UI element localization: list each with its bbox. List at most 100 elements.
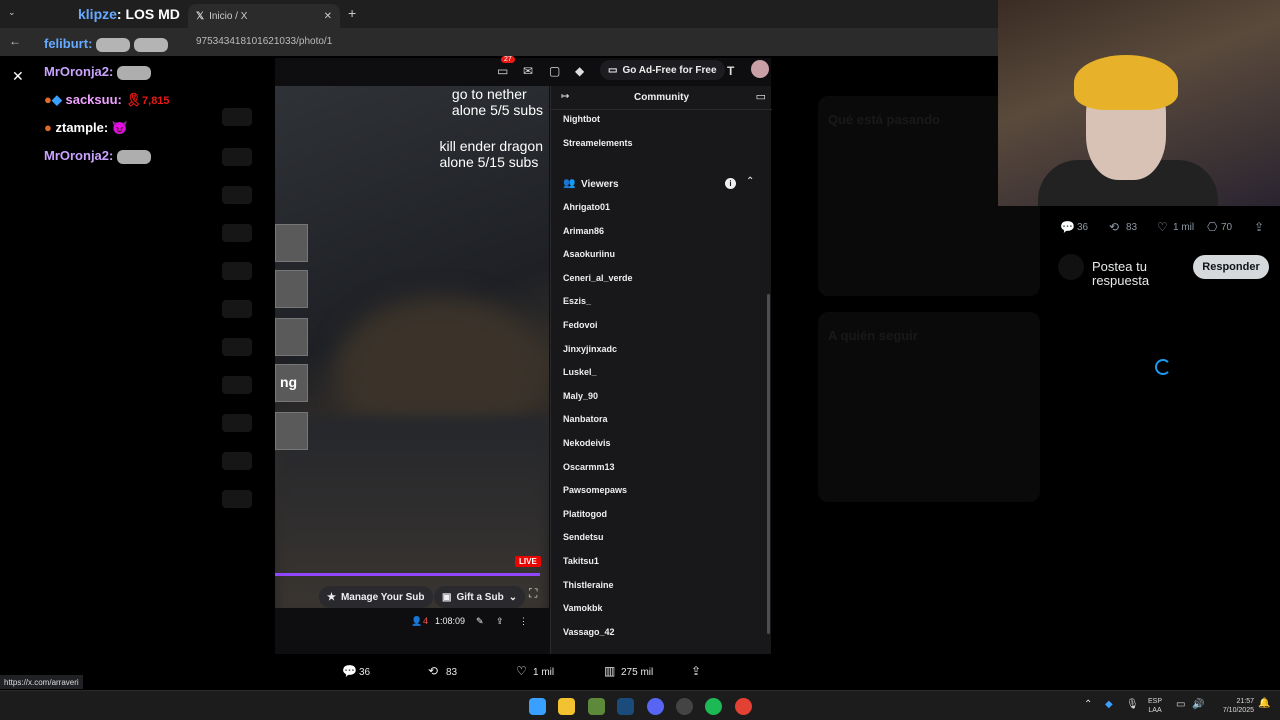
x-nav-explore — [222, 148, 252, 166]
viewer-item[interactable]: Maly_90 — [563, 391, 598, 401]
reply-count: 36 — [1077, 222, 1089, 233]
viewer-item[interactable]: Vamokbk — [563, 603, 603, 613]
overlay-slot-1 — [275, 224, 308, 262]
new-tab-button[interactable]: + — [348, 5, 356, 21]
share-icon[interactable]: ⇪ — [496, 616, 504, 627]
discord-icon[interactable] — [647, 698, 664, 715]
minecraft-icon[interactable] — [588, 698, 605, 715]
url-field[interactable]: 975343418101621033/photo/1 — [196, 36, 332, 47]
reply-icon[interactable]: 💬 — [342, 664, 357, 678]
viewer-item[interactable]: Takitsu1 — [563, 556, 599, 566]
tweet-photo: ▭ 27 ✉ ▢ ◆ ▭ Go Ad-Free for Free T go to… — [275, 56, 772, 654]
steam-icon[interactable] — [617, 698, 634, 715]
viewer-item[interactable]: Vassago_42 — [563, 627, 615, 637]
goal-nether: go to nether alone 5/5 subs — [451, 86, 543, 118]
chrome-icon[interactable] — [735, 698, 752, 715]
viewer-item[interactable]: Pawsomepaws — [563, 485, 627, 495]
viewer-item[interactable]: Eszis_ — [563, 296, 591, 306]
translate-icon[interactable]: T — [727, 64, 734, 78]
bot-item[interactable]: Nightbot — [563, 114, 600, 124]
tab-inicio-x[interactable]: 𝕏 Inicio / X ✕ — [188, 4, 340, 28]
gift-icon: ▣ — [442, 591, 452, 603]
stream-video[interactable]: go to nether alone 5/5 subs kill ender dr… — [275, 86, 549, 608]
x-nav-bookmarks — [222, 376, 252, 394]
tab-close-icon[interactable]: ✕ — [324, 11, 332, 22]
chat-message: MrOronja2: — [44, 64, 152, 80]
tray-chevron-icon[interactable]: ⌃ — [1084, 700, 1092, 710]
notification-bell-icon[interactable]: 🔔 — [1258, 699, 1270, 709]
x-nav-profile — [222, 452, 252, 470]
avatar[interactable] — [751, 60, 769, 78]
retweet-count: 83 — [446, 667, 458, 678]
views-icon[interactable]: ▥ — [604, 664, 615, 678]
emote — [117, 65, 152, 80]
reply-avatar — [1058, 254, 1084, 280]
reply-button[interactable]: Responder — [1193, 255, 1269, 279]
viewer-item[interactable]: Jinxyjinxadc — [563, 344, 617, 354]
close-icon[interactable]: ✕ — [12, 68, 24, 85]
gift-sub-button[interactable]: ▣ Gift a Sub ⌄ — [434, 586, 526, 608]
viewer-item[interactable]: Luskel_ — [563, 367, 597, 377]
gift-sub-label: Gift a Sub — [456, 591, 504, 603]
viewer-item[interactable]: Ariman86 — [563, 226, 604, 236]
viewer-item[interactable]: Sendetsu — [563, 532, 604, 542]
viewer-item[interactable]: Ceneri_al_verde — [563, 273, 633, 283]
whispers-icon[interactable]: ✉ — [523, 64, 533, 78]
scrollbar[interactable] — [767, 294, 770, 634]
network-icon[interactable]: ▭ — [1176, 700, 1185, 710]
manage-sub-button[interactable]: ★ Manage Your Sub — [319, 586, 433, 608]
viewer-item[interactable]: Nekodeivis — [563, 438, 611, 448]
video-progress-bar[interactable] — [275, 573, 540, 576]
x-logo-icon: 𝕏 — [196, 10, 205, 22]
viewer-item[interactable]: Asaokuriinu — [563, 249, 615, 259]
webcam-hat — [1074, 55, 1178, 110]
tray-app-icon[interactable]: ◆ — [1105, 700, 1113, 710]
obs-icon[interactable] — [676, 698, 693, 715]
tab-list-chevron-icon[interactable]: ⌄ — [8, 7, 16, 18]
ad-free-button[interactable]: ▭ Go Ad-Free for Free — [600, 60, 725, 80]
goal-ender-dragon: kill ender dragon alone 5/15 subs — [439, 138, 543, 170]
popout-chat-icon[interactable]: ▭ — [756, 90, 766, 103]
like-icon[interactable]: ♡ — [516, 664, 527, 678]
community-header: ↦ Community ▭ — [551, 86, 772, 110]
badge-icon: ◆ — [51, 92, 62, 107]
bookmark-icon[interactable]: ⎔ — [1207, 220, 1217, 234]
bot-item[interactable]: Streamelements — [563, 138, 633, 148]
chevron-up-icon[interactable]: ⌃ — [746, 176, 754, 187]
screen: ⌄ 𝕏 Inicio / X ✕ + ← 975343418101621033/… — [0, 0, 1280, 720]
fullscreen-icon[interactable]: ⛶ — [529, 586, 537, 601]
retweet-icon[interactable]: ⟲ — [428, 664, 438, 678]
follow-title: A quién seguir — [828, 328, 918, 343]
spotify-icon[interactable] — [705, 698, 722, 715]
back-arrow-icon[interactable]: ← — [9, 34, 21, 48]
chat-bubble-icon[interactable]: ▢ — [549, 64, 560, 78]
microphone-icon[interactable]: 🎙 — [1126, 700, 1139, 710]
viewer-item[interactable]: Nanbatora — [563, 414, 608, 424]
info-icon[interactable]: i — [725, 178, 736, 189]
bookmark-count: 70 — [1221, 222, 1233, 233]
viewer-item[interactable]: Oscarmm13 — [563, 462, 615, 472]
reply-input[interactable]: Postea tu respuesta — [1092, 260, 1172, 288]
like-icon[interactable]: ♡ — [1157, 220, 1168, 234]
bits-icon[interactable]: ◆ — [575, 64, 584, 78]
more-options-icon[interactable]: ⋮ — [519, 616, 528, 627]
reply-icon[interactable]: 💬 — [1060, 220, 1075, 234]
viewer-item[interactable]: Platitogod — [563, 509, 607, 519]
ad-free-icon: ▭ — [608, 64, 618, 76]
viewer-item[interactable]: Fedovoi — [563, 320, 598, 330]
volume-icon[interactable]: 🔊 — [1192, 700, 1204, 710]
file-explorer-icon[interactable] — [558, 698, 575, 715]
live-badge: LIVE — [515, 556, 541, 567]
share-icon[interactable]: ⇪ — [1254, 220, 1264, 234]
edit-icon[interactable]: ✎ — [476, 616, 484, 627]
windows-start-icon[interactable] — [529, 698, 546, 715]
language-indicator[interactable]: ESP LAA — [1148, 697, 1162, 715]
viewer-item[interactable]: Ahrigato01 — [563, 202, 610, 212]
share-icon[interactable]: ⇪ — [691, 664, 701, 678]
reply-count: 36 — [359, 667, 371, 678]
clock[interactable]: 21:57 7/10/2025 — [1210, 697, 1254, 715]
retweet-icon[interactable]: ⟲ — [1109, 220, 1119, 234]
notifications-icon[interactable]: ▭ — [497, 64, 508, 78]
viewer-count: 4 — [423, 616, 429, 626]
viewer-item[interactable]: Thistleraine — [563, 580, 614, 590]
